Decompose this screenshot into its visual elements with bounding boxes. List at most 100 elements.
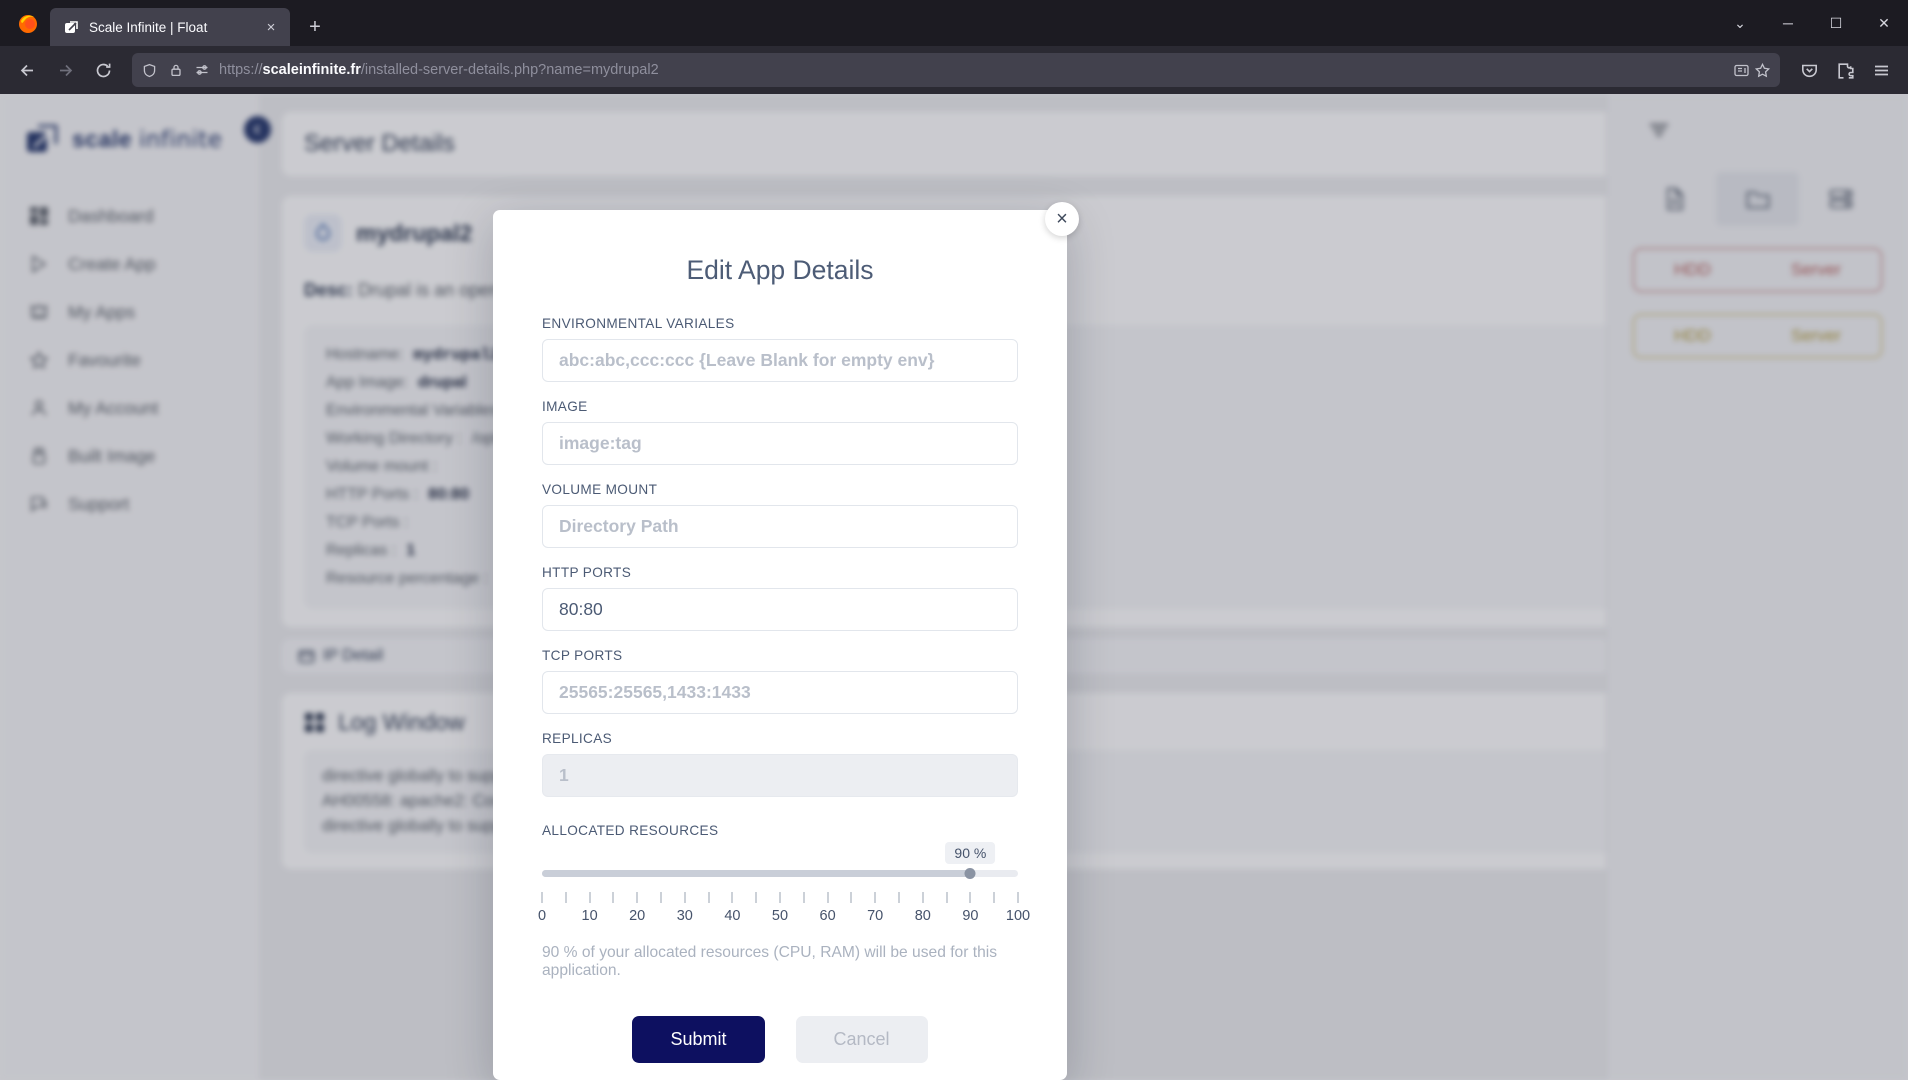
slider-tick [612, 892, 614, 903]
tcp-ports-input[interactable]: 25565:25565,1433:1433 [542, 671, 1018, 714]
close-window-button[interactable]: ✕ [1860, 0, 1908, 46]
slider-label: ALLOCATED RESOURCES [542, 823, 719, 838]
slider-tick-label: 70 [867, 908, 884, 924]
slider-tick [684, 892, 686, 903]
address-bar-actions [1733, 62, 1771, 79]
url-text: https://scaleinfinite.fr/installed-serve… [219, 62, 659, 78]
app-menu-icon[interactable] [1864, 53, 1898, 87]
slider-tick [565, 892, 567, 903]
slider-tick [708, 892, 710, 903]
field-tcp-ports: TCP PORTS 25565:25565,1433:1433 [542, 648, 1018, 714]
slider-tick-label: 60 [819, 908, 836, 924]
modal-title: Edit App Details [686, 255, 874, 285]
browser-window: Scale Infinite | Float × + ⌄ ─ ☐ ✕ https… [0, 0, 1908, 1080]
extensions-icon[interactable] [1828, 53, 1862, 87]
slider-tick [946, 892, 948, 903]
shield-icon [141, 62, 158, 79]
url-host: scaleinfinite.fr [262, 62, 361, 78]
url-path: /installed-server-details.php?name=mydru… [360, 62, 659, 78]
resource-slider[interactable]: 90 % [542, 842, 1018, 882]
slider-tick [993, 892, 995, 903]
slider-help-text: 90 % of your allocated resources (CPU, R… [542, 944, 997, 979]
field-replicas: REPLICAS 1 [542, 731, 1018, 797]
volume-mount-input[interactable]: Directory Path [542, 505, 1018, 548]
slider-tick [803, 892, 805, 903]
bookmark-star-icon[interactable] [1754, 62, 1771, 79]
address-bar[interactable]: https://scaleinfinite.fr/installed-serve… [132, 53, 1780, 87]
edit-app-details-modal: Edit App Details ENVIRONMENTAL VARIALES … [493, 210, 1067, 1080]
field-volume-mount: VOLUME MOUNT Directory Path [542, 482, 1018, 548]
minimize-button[interactable]: ─ [1764, 0, 1812, 46]
slider-tick [755, 892, 757, 903]
slider-value-bubble: 90 % [945, 842, 996, 864]
slider-track [542, 870, 1018, 877]
tab-close-icon[interactable]: × [261, 17, 281, 37]
image-input[interactable]: image:tag [542, 422, 1018, 465]
slider-track-fill [542, 870, 971, 877]
lock-icon [167, 62, 184, 79]
slider-tick [731, 892, 733, 903]
slider-tick-label: 100 [1005, 908, 1031, 924]
slider-tick-label: 80 [914, 908, 931, 924]
tab-list-button[interactable]: ⌄ [1716, 0, 1764, 46]
slider-tick [660, 892, 662, 903]
slider-tick [589, 892, 591, 903]
tab-title: Scale Infinite | Float [89, 19, 208, 35]
slider-thumb[interactable] [964, 868, 976, 879]
new-tab-button[interactable]: + [298, 10, 332, 44]
page-viewport: scale infinite Dashboard Create App My A… [0, 94, 1908, 1080]
field-label: REPLICAS [542, 731, 613, 746]
modal-close-button[interactable]: × [1045, 202, 1079, 236]
slider-tick-label: 50 [771, 908, 789, 924]
cancel-button[interactable]: Cancel [795, 1016, 928, 1063]
slider-tick [874, 892, 876, 903]
field-label: ENVIRONMENTAL VARIALES [542, 316, 735, 331]
firefox-logo-icon [8, 0, 48, 46]
slider-tick-label: 90 [962, 908, 979, 924]
tab-strip: Scale Infinite | Float × + ⌄ ─ ☐ ✕ [0, 0, 1908, 46]
allocated-resources-section: ALLOCATED RESOURCES 90 % 0 10 20 30 40 50 60 70… [538, 823, 1030, 980]
http-ports-input[interactable]: 80:80 [542, 588, 1018, 631]
modal-body: Edit App Details ENVIRONMENTAL VARIALES … [493, 210, 1067, 1063]
replicas-input: 1 [542, 754, 1018, 797]
slider-tick-label: 20 [629, 908, 646, 924]
field-label: TCP PORTS [542, 648, 623, 663]
navigation-toolbar: https://scaleinfinite.fr/installed-serve… [0, 46, 1908, 94]
slider-ticks [541, 892, 1019, 906]
slider-tick [636, 892, 638, 903]
slider-tick [1017, 892, 1019, 903]
field-http-ports: HTTP PORTS 80:80 [542, 565, 1018, 631]
reload-button[interactable] [86, 53, 120, 87]
slider-tick [541, 892, 543, 903]
field-environmental-variables: ENVIRONMENTAL VARIALES abc:abc,ccc:ccc {… [542, 316, 1018, 382]
modal-actions: Submit Cancel [542, 1016, 1018, 1063]
browser-tab[interactable]: Scale Infinite | Float × [50, 8, 290, 46]
tab-favicon-icon [63, 19, 80, 36]
slider-tick [922, 892, 924, 903]
forward-button[interactable] [48, 53, 82, 87]
field-label: VOLUME MOUNT [542, 482, 658, 497]
slider-tick-label: 30 [676, 908, 693, 924]
field-label: IMAGE [542, 399, 588, 414]
submit-button[interactable]: Submit [632, 1016, 765, 1063]
slider-tick [969, 892, 971, 903]
slider-tick [850, 892, 852, 903]
window-controls: ⌄ ─ ☐ ✕ [1716, 0, 1908, 46]
environmental-variables-input[interactable]: abc:abc,ccc:ccc {Leave Blank for empty e… [542, 339, 1018, 382]
slider-tick-labels: 0 10 20 30 40 50 60 70 80 90 100 [538, 908, 1030, 928]
field-image: IMAGE image:tag [542, 399, 1018, 465]
maximize-button[interactable]: ☐ [1812, 0, 1860, 46]
back-button[interactable] [10, 53, 44, 87]
save-to-pocket-icon[interactable] [1792, 53, 1826, 87]
slider-tick [898, 892, 900, 903]
slider-tick-label: 10 [581, 908, 598, 924]
slider-tick-label: 0 [537, 908, 547, 924]
slider-tick-label: 40 [724, 908, 741, 924]
url-scheme: https:// [219, 62, 263, 78]
slider-tick [779, 892, 781, 903]
field-label: HTTP PORTS [542, 565, 632, 580]
reader-view-icon[interactable] [1733, 62, 1750, 79]
toolbar-actions [1792, 53, 1898, 87]
slider-tick [827, 892, 829, 903]
permissions-icon[interactable] [193, 62, 210, 79]
